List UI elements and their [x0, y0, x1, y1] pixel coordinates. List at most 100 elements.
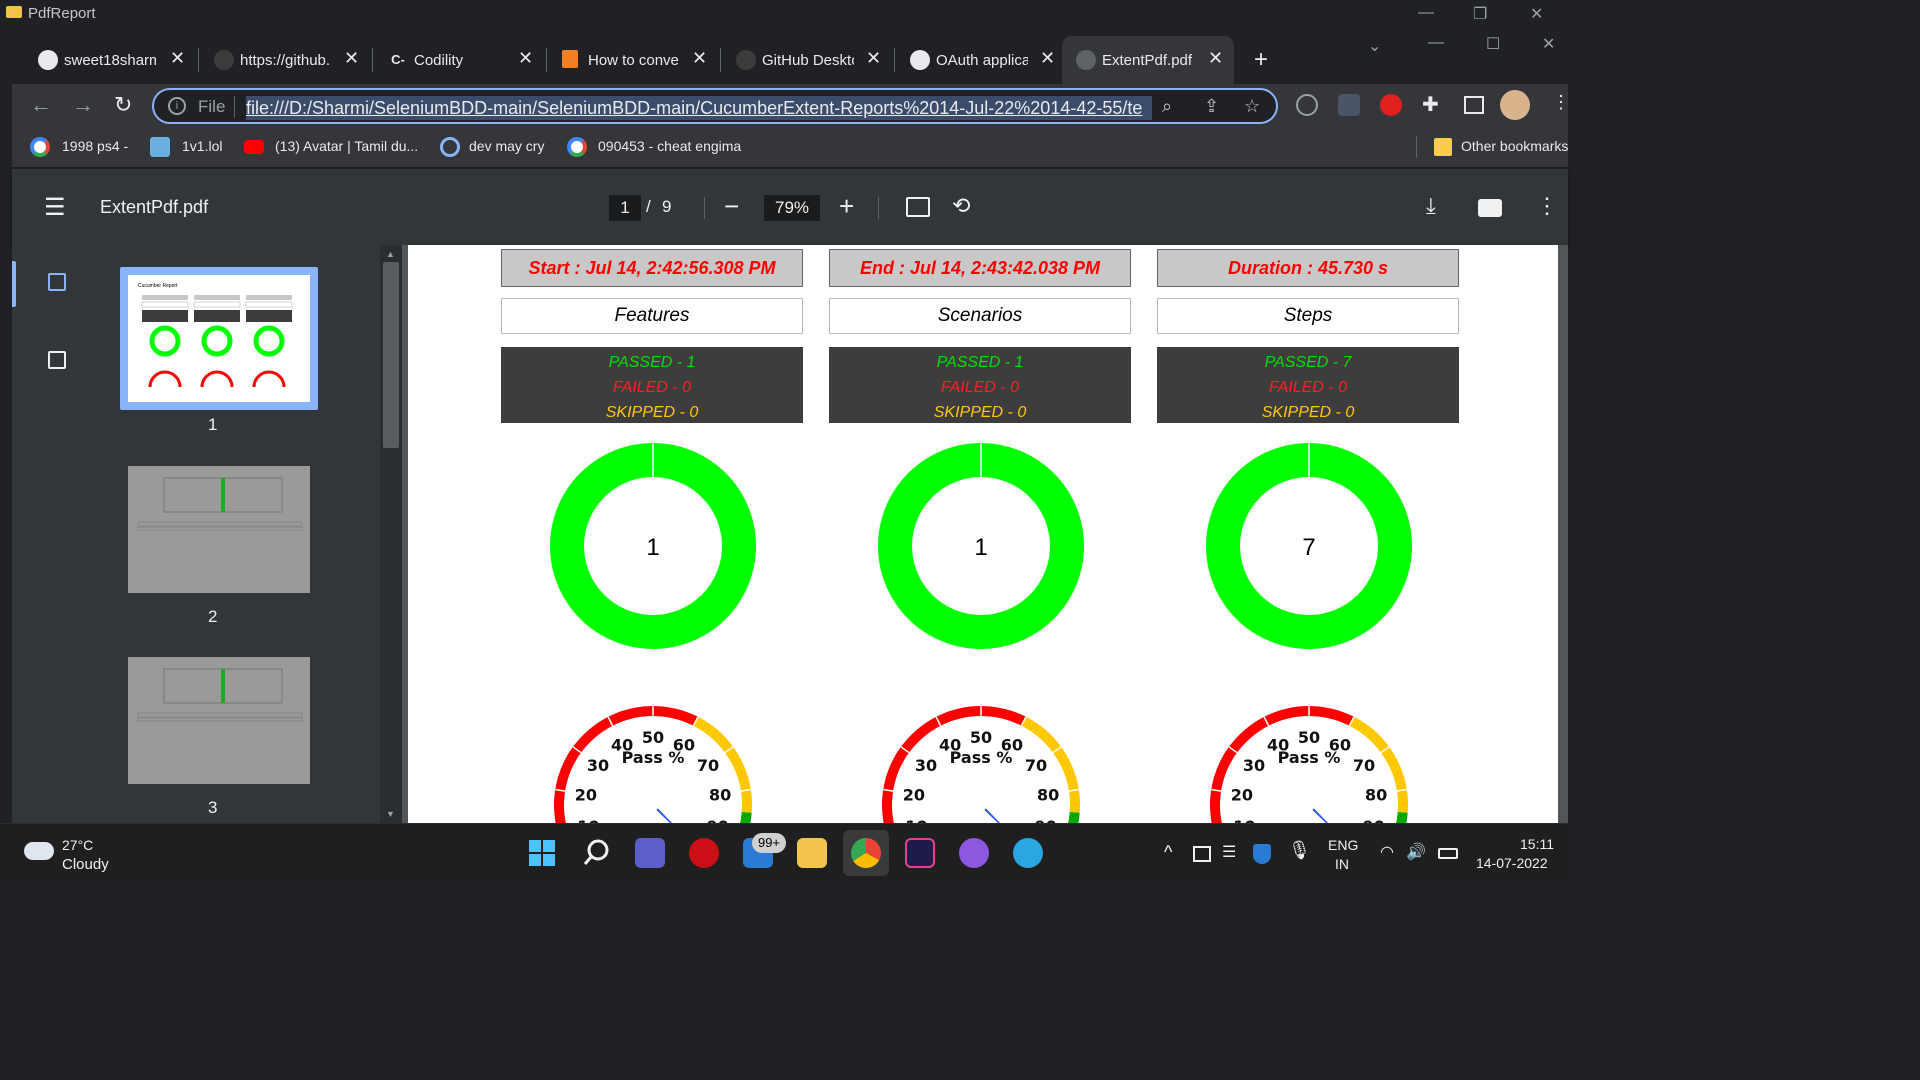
windows-start-icon[interactable] — [527, 838, 557, 868]
share-icon[interactable]: ⇪ — [1204, 96, 1219, 117]
file-explorer-icon[interactable] — [797, 838, 827, 868]
page-thumbnail-3[interactable] — [128, 657, 310, 784]
tab-extentpdf[interactable]: ExtentPdf.pdf ✕ — [1062, 36, 1234, 84]
tab-separator — [546, 48, 547, 72]
other-bookmarks[interactable]: Other bookmarks — [1461, 138, 1568, 154]
search-icon[interactable] — [582, 838, 612, 868]
avatar[interactable] — [1500, 90, 1530, 120]
gauge-needle — [656, 808, 673, 823]
close-window-icon[interactable]: ✕ — [1530, 4, 1543, 24]
close-window-icon[interactable]: ✕ — [1542, 34, 1555, 54]
stackoverflow-icon — [562, 50, 578, 68]
bookmark-cheat-engima[interactable]: 090453 - cheat engima — [598, 138, 741, 154]
github-desktop-icon[interactable] — [959, 838, 989, 868]
close-icon[interactable]: ✕ — [866, 48, 881, 69]
intellij-icon[interactable] — [905, 838, 935, 868]
app-tray-icon[interactable] — [1193, 846, 1211, 862]
tab-github-profile[interactable]: sweet18sharm ✕ — [24, 36, 196, 84]
close-icon[interactable]: ✕ — [518, 48, 533, 69]
gauge-title: Pass % — [622, 748, 685, 767]
pdf-viewport: Start : Jul 14, 2:42:56.308 PM End : Jul… — [402, 245, 1568, 823]
zoom-level-input[interactable]: 79% — [764, 195, 820, 221]
chevron-up-icon[interactable]: ^ — [1164, 842, 1172, 863]
teams-chat-icon[interactable] — [635, 838, 665, 868]
tab-github-desktop[interactable]: GitHub Deskto ✕ — [722, 36, 894, 84]
download-icon[interactable]: ⤓ — [1426, 193, 1436, 219]
info-icon[interactable]: i — [168, 97, 186, 115]
minimize-icon[interactable]: — — [1428, 34, 1444, 52]
tab-codility[interactable]: C- Codility ✕ — [374, 36, 546, 84]
window-title: PdfReport — [28, 5, 96, 22]
github-icon — [910, 50, 930, 70]
print-icon[interactable] — [1478, 199, 1502, 217]
back-icon[interactable]: ← — [30, 92, 52, 118]
rotate-icon[interactable]: ⟲ — [952, 193, 970, 219]
page-number-input[interactable]: 1 — [609, 195, 641, 221]
close-icon[interactable]: ✕ — [692, 48, 707, 69]
tab-github-url[interactable]: https://github. ✕ — [200, 36, 372, 84]
tab-oauth[interactable]: OAuth applica ✕ — [896, 36, 1068, 84]
page-thumbnail-2[interactable] — [128, 466, 310, 593]
minimize-icon[interactable]: — — [1418, 4, 1434, 22]
weather-description[interactable]: Cloudy — [62, 856, 109, 873]
weather-temperature[interactable]: 27°C — [62, 837, 93, 853]
language-indicator[interactable]: ENG — [1328, 837, 1358, 853]
close-icon[interactable]: ✕ — [170, 48, 185, 69]
sidebar-scroll-thumb[interactable] — [383, 262, 399, 448]
bookmark-dev-may-cry[interactable]: dev may cry — [469, 138, 544, 154]
reload-icon[interactable]: ↻ — [114, 92, 132, 118]
zoom-out-icon[interactable]: − — [724, 191, 739, 222]
outline-view-icon[interactable] — [48, 351, 66, 369]
volume-icon[interactable]: 🔊 — [1406, 842, 1426, 862]
hamburger-menu-icon[interactable]: ☰ — [44, 193, 66, 222]
active-indicator — [12, 261, 16, 307]
clock-time[interactable]: 15:11 — [1520, 836, 1554, 852]
close-icon[interactable]: ✕ — [1208, 48, 1223, 69]
url-text[interactable]: file:///D:/Sharmi/SeleniumBDD-main/Selen… — [246, 96, 1152, 120]
scroll-up-icon[interactable]: ▲ — [386, 249, 395, 259]
page-thumbnail-1[interactable]: Cucumber Report — [128, 275, 310, 402]
microphone-icon[interactable]: 🎙 — [1288, 840, 1311, 861]
bookmark-star-icon[interactable]: ☆ — [1244, 96, 1260, 117]
side-panel-icon[interactable] — [1464, 96, 1484, 114]
address-bar[interactable]: i File file:///D:/Sharmi/SeleniumBDD-mai… — [152, 88, 1278, 124]
more-options-icon[interactable]: ⋮ — [1536, 193, 1558, 219]
tab-how-to-convert[interactable]: How to conve ✕ — [548, 36, 720, 84]
opera-icon[interactable] — [689, 838, 719, 868]
close-icon[interactable]: ✕ — [344, 48, 359, 69]
restore-icon[interactable]: ❐ — [1473, 4, 1487, 24]
pdf-toolbar: ☰ ExtentPdf.pdf 1 / 9 − 79% + ⟲ ⤓ ⋮ — [12, 169, 1568, 245]
scenarios-pass-gauge: 102030405060708090100 %Pass % — [882, 706, 1080, 823]
fit-page-icon[interactable] — [906, 197, 930, 217]
bookmark-avatar[interactable]: (13) Avatar | Tamil du... — [275, 138, 418, 154]
bookmark-1998-ps4[interactable]: 1998 ps4 - — [62, 138, 128, 154]
close-icon[interactable]: ✕ — [1040, 48, 1055, 69]
battery-icon[interactable] — [1438, 848, 1458, 859]
tab-search-icon[interactable]: ⌄ — [1368, 36, 1381, 56]
gauge-title: Pass % — [1278, 748, 1341, 767]
region-indicator[interactable]: IN — [1335, 856, 1349, 872]
extension-icon[interactable] — [1296, 94, 1318, 116]
new-tab-button[interactable]: + — [1254, 46, 1268, 74]
paint-icon[interactable] — [1013, 838, 1043, 868]
menu-icon[interactable]: ⋮ — [1552, 92, 1570, 113]
steps-counts: PASSED - 7 FAILED - 0 SKIPPED - 0 — [1157, 347, 1459, 423]
chrome-icon[interactable] — [851, 838, 881, 868]
shield-icon[interactable] — [1338, 94, 1360, 116]
forward-icon[interactable]: → — [72, 92, 94, 118]
tab-separator — [372, 48, 373, 72]
wifi-icon[interactable]: ◠ — [1380, 842, 1394, 862]
failed-count: FAILED - 0 — [1269, 379, 1347, 396]
scroll-down-icon[interactable]: ▼ — [386, 809, 395, 819]
zoom-in-icon[interactable]: + — [839, 191, 854, 222]
thumbnail-view-icon[interactable] — [48, 273, 66, 291]
maximize-icon[interactable]: ☐ — [1486, 34, 1500, 54]
clock-date[interactable]: 14-07-2022 — [1476, 855, 1548, 871]
zoom-icon[interactable]: ⌕ — [1162, 96, 1172, 117]
bookmark-1v1lol[interactable]: 1v1.lol — [182, 138, 222, 154]
stop-hand-icon[interactable] — [1380, 94, 1402, 116]
defender-shield-icon[interactable] — [1253, 844, 1271, 864]
puzzle-icon[interactable]: ✚ — [1422, 92, 1439, 117]
tab-label: OAuth applica — [936, 52, 1028, 69]
notes-tray-icon[interactable]: ☰ — [1222, 842, 1236, 862]
